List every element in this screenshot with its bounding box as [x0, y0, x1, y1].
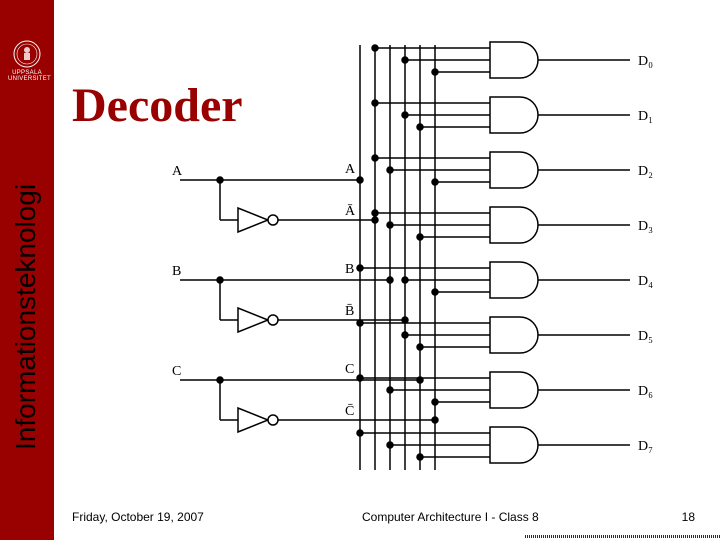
footer-decorative-line — [525, 535, 720, 538]
university-name: UPPSALA UNIVERSITET — [8, 70, 46, 82]
footer-course: Computer Architecture I - Class 8 — [362, 510, 539, 524]
slide-footer: Friday, October 19, 2007 Computer Archit… — [72, 510, 710, 532]
svg-text:D₅: D₅ — [638, 329, 653, 344]
svg-text:B: B — [345, 262, 354, 277]
svg-text:C̄: C̄ — [345, 403, 354, 419]
svg-text:D₀: D₀ — [638, 54, 653, 69]
department-label: Informationsteknologi — [10, 184, 42, 450]
decoder-circuit-diagram: A B C A Ā B B̄ C C̄ D₀ D₁ D₂ D₃ D₄ D₅ D₆ D₇ — [160, 30, 690, 500]
svg-text:D₁: D₁ — [638, 109, 653, 124]
svg-text:D₄: D₄ — [638, 274, 653, 289]
svg-text:D₂: D₂ — [638, 164, 653, 179]
svg-text:B̄: B̄ — [345, 303, 354, 319]
svg-text:Ā: Ā — [345, 203, 356, 219]
svg-text:C: C — [345, 362, 354, 377]
svg-text:D₇: D₇ — [638, 439, 653, 454]
svg-text:A: A — [345, 162, 356, 177]
svg-text:D₆: D₆ — [638, 384, 653, 399]
svg-text:A: A — [172, 164, 183, 179]
footer-date: Friday, October 19, 2007 — [72, 510, 204, 524]
svg-text:B: B — [172, 264, 181, 279]
footer-page-number: 18 — [682, 510, 695, 524]
svg-text:D₃: D₃ — [638, 219, 653, 234]
svg-text:C: C — [172, 364, 181, 379]
university-seal-icon — [13, 40, 41, 68]
